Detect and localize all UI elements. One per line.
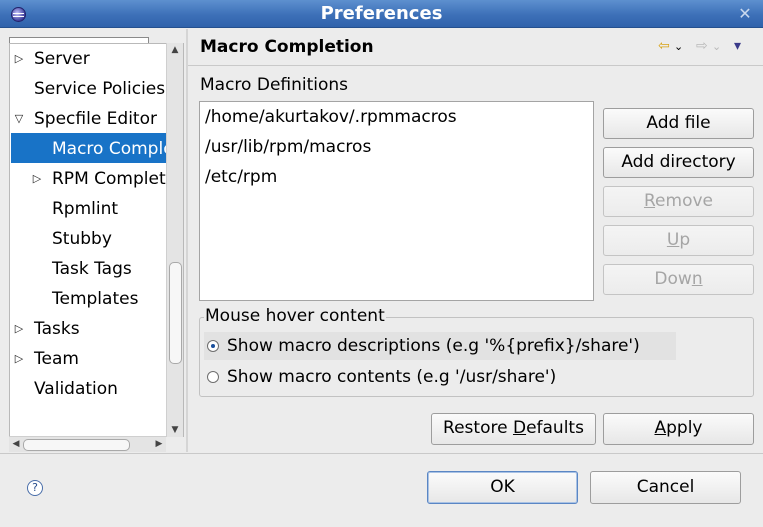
tree-item-task-tags[interactable]: Task Tags: [10, 254, 183, 284]
button-label: p: [679, 230, 691, 250]
back-arrow-icon[interactable]: ⇦: [658, 38, 670, 54]
tree-item-rpmlint[interactable]: Rpmlint: [10, 194, 183, 224]
radio-checked-icon[interactable]: [207, 340, 219, 352]
button-label: Restore: [443, 418, 513, 438]
close-icon[interactable]: ✕: [735, 4, 755, 24]
apply-button[interactable]: Apply: [603, 413, 754, 445]
button-label: emove: [655, 191, 713, 211]
tree-vertical-scrollbar[interactable]: ▲ ▼: [166, 43, 183, 437]
help-icon[interactable]: ?: [27, 480, 43, 496]
tree-horizontal-scrollbar[interactable]: ◀ ▶: [9, 436, 166, 452]
expand-arrow-icon[interactable]: ▷: [30, 164, 44, 194]
radio-label: Show macro contents (e.g '/usr/share'): [227, 367, 557, 387]
scroll-up-icon[interactable]: ▲: [167, 43, 183, 57]
macro-definitions-list[interactable]: /home/akurtakov/.rpmmacros /usr/lib/rpm/…: [199, 101, 594, 301]
remove-button[interactable]: Remove: [603, 186, 754, 217]
tree-item-macro-completion[interactable]: Macro Completion: [10, 134, 183, 164]
ok-button[interactable]: OK: [427, 471, 578, 504]
tree-item-team[interactable]: ▷ Team: [10, 344, 183, 374]
tree-item-specfile-editor[interactable]: ▽ Specfile Editor: [10, 104, 183, 134]
tree-item-server[interactable]: ▷ Server: [10, 44, 183, 74]
scroll-thumb[interactable]: [169, 262, 182, 364]
button-label: pply: [666, 418, 703, 438]
mnemonic-letter: R: [643, 191, 656, 211]
tree-item-templates[interactable]: Templates: [10, 284, 183, 314]
page-title: Macro Completion: [200, 37, 374, 57]
expand-arrow-icon[interactable]: ▷: [12, 314, 26, 344]
tree-item-stubby[interactable]: Stubby: [10, 224, 183, 254]
list-item[interactable]: /home/akurtakov/.rpmmacros: [205, 102, 457, 132]
header-divider: [188, 65, 763, 66]
tree-item-label: Validation: [34, 379, 118, 399]
tree-item-label: Rpmlint: [52, 199, 119, 219]
view-menu-icon[interactable]: ▾: [734, 38, 741, 54]
tree-item-label: Team: [34, 349, 79, 369]
preference-tree: ▷ Server Service Policies ▽ Specfile Edi…: [9, 43, 184, 437]
back-menu-chevron-icon[interactable]: ⌄: [674, 40, 683, 53]
button-label: efaults: [526, 418, 584, 438]
tree-item-label: Server: [34, 49, 90, 69]
mouse-hover-legend: Mouse hover content: [204, 306, 386, 326]
add-file-button[interactable]: Add file: [603, 108, 754, 139]
collapse-arrow-icon[interactable]: ▽: [12, 104, 26, 134]
radio-show-descriptions[interactable]: Show macro descriptions (e.g '%{prefix}/…: [204, 332, 676, 360]
tree-item-service-policies[interactable]: Service Policies: [10, 74, 183, 104]
mnemonic-letter: A: [654, 418, 667, 438]
scroll-left-icon[interactable]: ◀: [9, 437, 23, 452]
macro-definitions-label: Macro Definitions: [200, 75, 349, 95]
cancel-button[interactable]: Cancel: [590, 471, 741, 504]
scroll-right-icon[interactable]: ▶: [152, 437, 166, 452]
mnemonic-letter: D: [512, 418, 527, 438]
forward-menu-chevron-icon[interactable]: ⌄: [712, 40, 721, 53]
mnemonic-letter: n: [691, 269, 703, 289]
list-item[interactable]: /etc/rpm: [205, 162, 277, 192]
window-title: Preferences: [320, 3, 443, 24]
tree-item-label: Service Policies: [34, 79, 166, 99]
scroll-thumb[interactable]: [23, 439, 130, 451]
scroll-down-icon[interactable]: ▼: [167, 423, 183, 437]
radio-show-contents[interactable]: Show macro contents (e.g '/usr/share'): [204, 363, 604, 391]
list-item[interactable]: /usr/lib/rpm/macros: [205, 132, 371, 162]
expand-arrow-icon[interactable]: ▷: [12, 344, 26, 374]
pane-sash[interactable]: [186, 29, 188, 452]
down-button[interactable]: Down: [603, 264, 754, 295]
restore-defaults-button[interactable]: Restore Defaults: [431, 413, 596, 445]
add-directory-button[interactable]: Add directory: [603, 147, 754, 178]
button-label: Dow: [654, 269, 692, 289]
radio-label: Show macro descriptions (e.g '%{prefix}/…: [227, 336, 640, 356]
tree-item-label: RPM Completion: [52, 169, 184, 189]
expand-arrow-icon[interactable]: ▷: [12, 44, 26, 74]
tree-item-label: Tasks: [34, 319, 80, 339]
title-bar: Preferences ✕: [0, 0, 763, 28]
up-button[interactable]: Up: [603, 225, 754, 256]
tree-item-label: Stubby: [52, 229, 112, 249]
mnemonic-letter: U: [666, 230, 680, 250]
footer-divider: [0, 453, 763, 454]
tree-item-tasks[interactable]: ▷ Tasks: [10, 314, 183, 344]
tree-item-label: Specfile Editor: [34, 109, 157, 129]
tree-item-validation[interactable]: Validation: [10, 374, 183, 404]
tree-item-label: Templates: [52, 289, 139, 309]
radio-unchecked-icon[interactable]: [207, 371, 219, 383]
tree-item-label: Task Tags: [52, 259, 132, 279]
tree-item-rpm-completion[interactable]: ▷ RPM Completion: [10, 164, 184, 194]
forward-arrow-icon[interactable]: ⇨: [696, 38, 708, 54]
tree-item-label: Macro Completion: [52, 139, 183, 159]
